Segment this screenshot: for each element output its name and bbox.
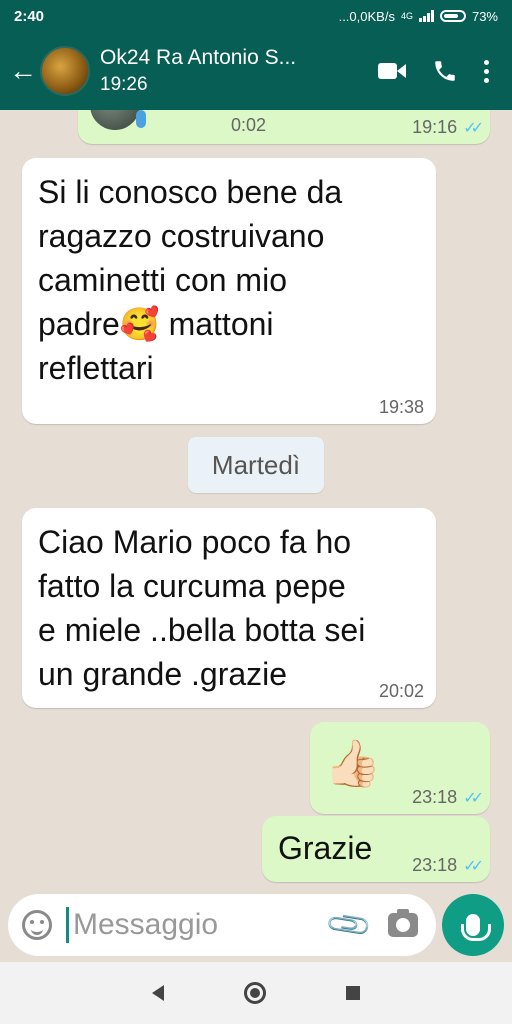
voice-record-button[interactable] (442, 894, 504, 956)
status-bar: 2:40 ...0,0KB/s 4G 73% (0, 0, 512, 32)
incoming-message[interactable]: Ciao Mario poco fa ho fatto la curcuma p… (22, 508, 436, 708)
message-time: 19:16 (412, 117, 458, 137)
read-ticks-icon: ✓✓ (463, 119, 484, 137)
contact-name: Ok24 Ra Antonio S... (100, 46, 297, 69)
mic-icon (461, 914, 491, 941)
nav-back-icon[interactable] (152, 985, 164, 1001)
read-ticks-icon: ✓✓ (463, 789, 484, 807)
message-text: Grazie (278, 830, 373, 866)
read-ticks-icon: ✓✓ (463, 857, 484, 875)
network-type: 4G (400, 11, 413, 21)
camera-icon[interactable] (388, 909, 418, 937)
voice-duration: 0:02 (231, 115, 267, 135)
thumbs-up-emoji: 👍🏻 (324, 737, 382, 789)
emoji-icon[interactable] (22, 910, 52, 940)
message-time: 20:02 (378, 681, 424, 701)
message-time: 23:18 (412, 787, 458, 807)
message-time: 19:38 (378, 397, 424, 417)
data-rate: ...0,0KB/s (338, 8, 395, 24)
chat-header: ← Ok24 Ra Antonio S... 19:26 (0, 32, 512, 110)
message-composer: Messaggio 📎 (8, 894, 436, 956)
more-options-icon[interactable] (484, 59, 490, 83)
nav-home-icon[interactable] (244, 982, 266, 1004)
voice-sender-avatar (90, 110, 140, 130)
mic-icon (136, 110, 146, 128)
message-text: Ciao Mario poco fa ho fatto la curcuma p… (38, 524, 366, 692)
contact-avatar[interactable] (40, 46, 90, 96)
system-nav-bar (0, 962, 512, 1024)
video-call-icon[interactable] (378, 61, 406, 81)
battery-icon (439, 10, 466, 22)
voice-message[interactable]: 0:02 19:16 ✓✓ (78, 110, 490, 144)
chat-area[interactable]: 0:02 19:16 ✓✓ Si li conosco bene da raga… (0, 110, 512, 890)
outgoing-message[interactable]: Grazie 23:18 ✓✓ (262, 816, 490, 882)
signal-icon (418, 10, 434, 22)
back-arrow-icon[interactable]: ← (6, 51, 40, 91)
phone-call-icon[interactable] (432, 58, 458, 84)
message-input[interactable]: Messaggio (66, 907, 336, 943)
status-time: 2:40 (14, 7, 45, 25)
contact-status: 19:26 (100, 74, 148, 95)
day-separator: Martedì (188, 437, 324, 493)
contact-info[interactable]: Ok24 Ra Antonio S... 19:26 (100, 46, 296, 96)
message-time: 23:18 (412, 855, 458, 875)
battery-percent: 73% (471, 8, 498, 24)
message-text: Si li conosco bene da ragazzo costruivan… (38, 174, 343, 386)
incoming-message[interactable]: Si li conosco bene da ragazzo costruivan… (22, 158, 436, 424)
nav-recents-icon[interactable] (346, 986, 360, 1000)
outgoing-message[interactable]: 👍🏻 23:18 ✓✓ (310, 722, 490, 814)
